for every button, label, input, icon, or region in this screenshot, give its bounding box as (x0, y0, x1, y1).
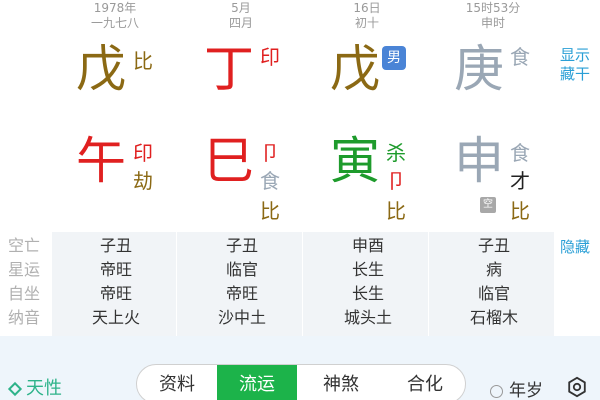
day-branch: 寅 (330, 132, 380, 190)
show-label: 显示 (560, 46, 591, 64)
hour-branch: 申 (454, 132, 504, 190)
month-solar: 5月 (231, 1, 251, 15)
diamond-icon (7, 381, 23, 397)
table-cell: 长生 (351, 284, 384, 303)
table-cell: 子丑 (99, 236, 132, 255)
hide-button[interactable]: 隐藏 (560, 236, 590, 257)
month-hidden-2: 食 (260, 169, 280, 193)
year-stem-god: 比 (133, 49, 153, 73)
nianhui-toggle[interactable]: 年岁 (490, 376, 543, 400)
month-stem: 丁 (204, 40, 254, 98)
col-day-header: 16日 初十 (312, 0, 422, 31)
year-hidden-1: 印 (133, 141, 153, 165)
divider (176, 232, 177, 336)
label-zizuo: 自坐 (8, 284, 41, 303)
month-lunar: 四月 (228, 16, 253, 30)
label-kongwang: 空亡 (8, 236, 41, 255)
table-cell: 长生 (351, 260, 384, 279)
info-table: 空亡 星运 自坐 纳音 子丑 子丑 申酉 子丑 帝旺 临官 长生 病 帝旺 帝旺… (0, 232, 560, 336)
tab-ziliao[interactable]: 资料 (137, 365, 217, 400)
radio-icon (490, 384, 503, 398)
year-stem: 戊 (76, 40, 126, 98)
day-hidden-1: 杀 (386, 141, 406, 165)
hour-solar: 15时53分 (465, 1, 521, 15)
segmented-tabs: 资料 流运 神煞 合化 (136, 364, 466, 400)
divider (428, 232, 429, 336)
year-hidden-2: 劫 (133, 169, 153, 193)
hour-hidden-1: 食 (510, 141, 530, 165)
day-stem: 戊 (330, 40, 380, 98)
col-month-header: 5月 四月 (186, 0, 296, 31)
table-cell: 帝旺 (225, 284, 258, 303)
label-nayin: 纳音 (8, 308, 41, 327)
month-hidden-1: 卩 (260, 141, 280, 165)
hour-hidden-2: 才 (510, 169, 530, 193)
table-cell: 天上火 (91, 308, 140, 327)
year-solar: 1978年 (93, 1, 137, 15)
divider (302, 232, 303, 336)
table-cell: 子丑 (477, 236, 510, 255)
day-lunar: 初十 (354, 16, 379, 30)
month-stem-god: 印 (260, 45, 280, 69)
year-branch: 午 (76, 132, 126, 190)
tab-shensha[interactable]: 神煞 (301, 365, 381, 400)
table-cell: 病 (485, 260, 502, 279)
hour-stem: 庚 (454, 40, 504, 98)
tab-liuyun[interactable]: 流运 (217, 365, 297, 400)
void-badge: 空 (480, 197, 496, 213)
day-solar: 16日 (353, 1, 381, 15)
col-hour-header: 15时53分 申时 (438, 0, 548, 31)
tab-hehua[interactable]: 合化 (385, 365, 465, 400)
month-branch: 巳 (204, 132, 254, 190)
table-cell: 帝旺 (99, 260, 132, 279)
table-cell: 城头土 (343, 308, 392, 327)
day-hidden-3: 比 (386, 199, 406, 223)
table-cell: 申酉 (351, 236, 384, 255)
month-hidden-3: 比 (260, 199, 280, 223)
hour-hidden-3: 比 (510, 199, 530, 223)
label-xingyun: 星运 (8, 260, 41, 279)
nianhui-label: 年岁 (509, 381, 543, 400)
hidden-stems-label: 藏干 (560, 65, 591, 83)
year-lunar: 一九七八 (90, 16, 139, 30)
gear-icon[interactable] (566, 376, 588, 398)
table-cell: 帝旺 (99, 284, 132, 303)
table-cell: 临官 (225, 260, 258, 279)
col-year-header: 1978年 一九七八 (60, 0, 170, 31)
tianxing-button[interactable]: 天性 (7, 374, 62, 400)
gender-badge: 男 (382, 46, 406, 70)
hour-stem-god: 食 (510, 45, 530, 69)
table-cell: 沙中土 (217, 308, 266, 327)
table-cell: 子丑 (225, 236, 258, 255)
table-cell: 石榴木 (469, 308, 518, 327)
day-hidden-2: 卩 (386, 169, 406, 193)
tianxing-label: 天性 (26, 378, 62, 399)
hour-lunar: 申时 (480, 16, 505, 30)
table-cell: 临官 (477, 284, 510, 303)
show-hidden-stems-button[interactable]: 显示 藏干 (560, 46, 590, 84)
